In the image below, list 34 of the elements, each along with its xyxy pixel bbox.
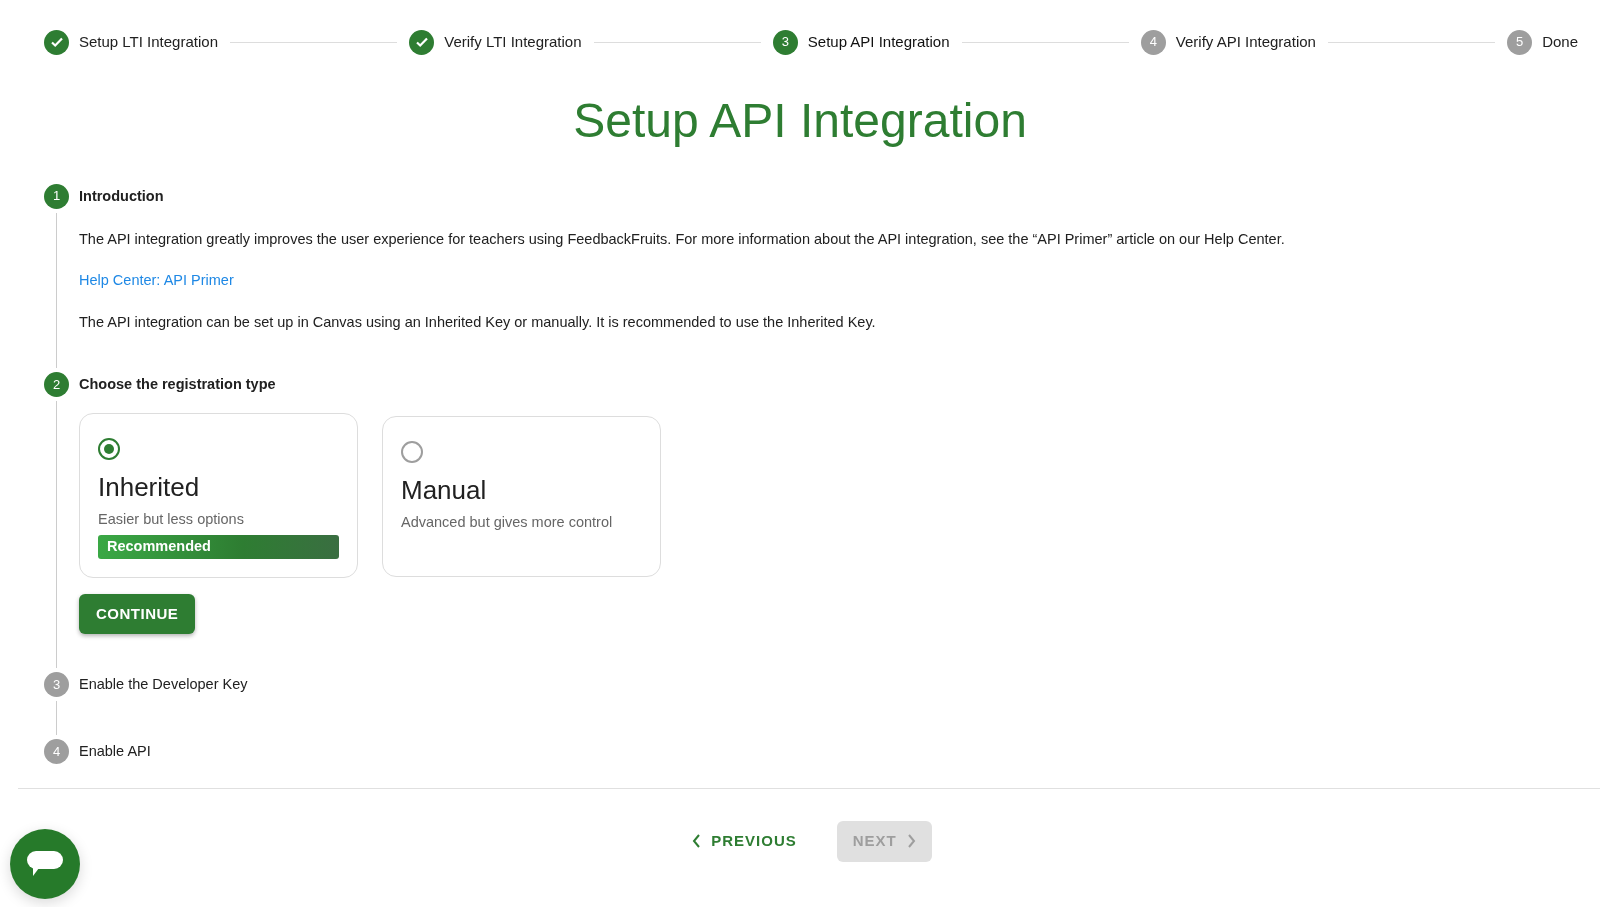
step-title: Introduction (79, 186, 165, 206)
paragraph: The API integration greatly improves the user experience for teachers using FeedbackFruits. For more information about the API integration, see the “API Primer” article on our Help Center. (79, 229, 1286, 249)
step-label: Setup API Integration (807, 31, 950, 52)
option-subtitle: Advanced but gives more control (401, 513, 614, 533)
step-number: 3 (44, 672, 69, 698)
step-title: Enable the Developer Key (79, 675, 249, 695)
radio-button[interactable] (98, 437, 120, 460)
paragraph: The API integration can be set up in Canvas using an Inherited Key or manually. It is recommended to use the Inherited Key. (79, 313, 877, 333)
step-title: Enable API (79, 742, 152, 762)
option-title: Inherited (98, 471, 201, 504)
option-title: Manual (401, 474, 488, 507)
previous-button[interactable]: PREVIOUS (676, 821, 813, 862)
step-label: Done (1542, 31, 1578, 52)
recommended-label: Recommended (98, 534, 339, 559)
continue-button[interactable]: CONTINUE (79, 593, 196, 635)
radio-button[interactable] (401, 440, 423, 463)
step-label: Verify API Integration (1175, 31, 1316, 52)
option-card[interactable]: Manual Advanced but gives more control (382, 415, 661, 577)
chevron-left-icon (692, 834, 702, 849)
step-label: Setup LTI Integration (79, 31, 218, 52)
help-center-link[interactable]: Help Center: API Primer (79, 270, 234, 293)
chevron-right-icon (906, 834, 916, 849)
step-number: 2 (44, 371, 69, 397)
page-title: Setup API Integration (572, 93, 1028, 149)
step-label: Verify LTI Integration (444, 31, 582, 52)
step-number: 4 (1140, 29, 1166, 55)
chat-button[interactable] (10, 829, 80, 899)
option-card[interactable]: Inherited Easier but less options Recommended (79, 412, 358, 578)
step-title: Choose the registration type (79, 374, 277, 394)
step-number: 1 (44, 183, 69, 209)
step-number: 3 (772, 29, 798, 55)
step-number: 5 (1507, 29, 1533, 55)
option-subtitle: Easier but less options (98, 510, 245, 530)
step-number: 4 (44, 739, 69, 765)
